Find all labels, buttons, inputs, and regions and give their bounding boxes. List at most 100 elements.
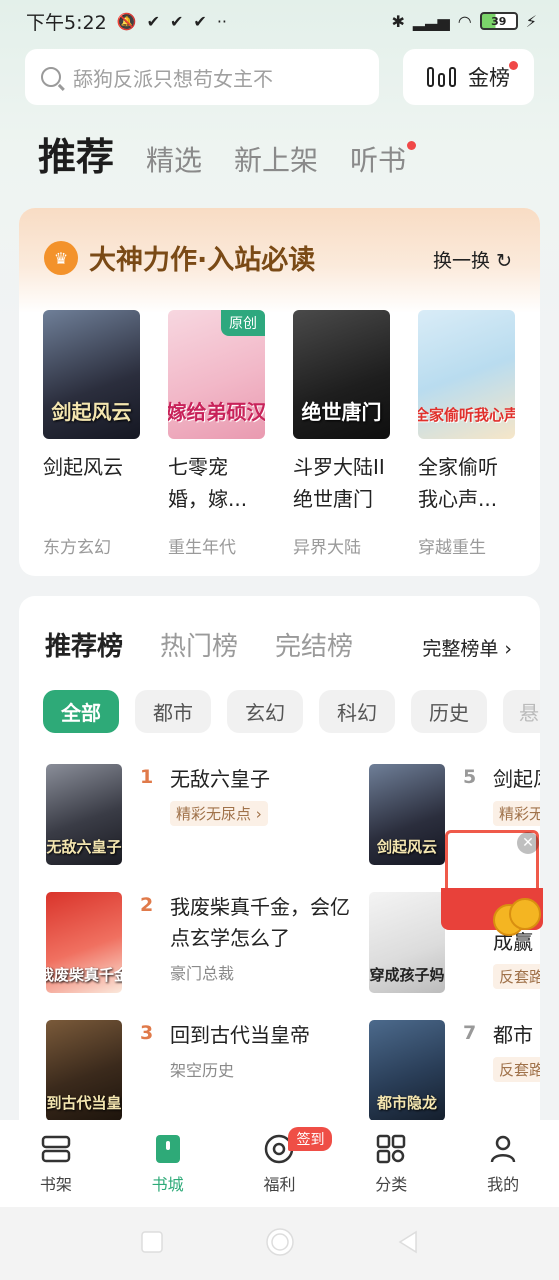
sign-in-badge: 签到 bbox=[288, 1126, 333, 1151]
chip-history[interactable]: 历史 bbox=[411, 690, 487, 733]
rank-number: 7 bbox=[463, 1022, 477, 1044]
list-item[interactable]: 无敌六皇子 1 无敌六皇子 精彩无尿点 › bbox=[46, 764, 350, 865]
check-icon: ✔ bbox=[146, 11, 160, 31]
category-icon bbox=[375, 1133, 407, 1165]
bookstore-icon bbox=[152, 1133, 184, 1165]
refresh-button[interactable]: 换一换 ↻ bbox=[433, 246, 512, 273]
book-genre: 架空历史 bbox=[170, 1061, 235, 1080]
chip-suspense[interactable]: 悬 bbox=[503, 690, 540, 733]
coin-icon bbox=[509, 898, 541, 930]
book-cover: 全家偷听我心声 bbox=[418, 310, 515, 439]
book-badge: 精彩无尿点 › bbox=[170, 801, 268, 826]
tab-audiobooks[interactable]: 听书 bbox=[350, 139, 417, 179]
search-placeholder: 舔狗反派只想苟女主不 bbox=[73, 66, 273, 91]
cover-title: 剑起风云 bbox=[51, 400, 132, 424]
status-time: 下午5:22 bbox=[26, 11, 107, 34]
bluetooth-icon: ✱ bbox=[391, 11, 405, 31]
search-input[interactable]: 舔狗反派只想苟女主不 bbox=[25, 49, 379, 105]
tab-finished-rank[interactable]: 完结榜 bbox=[275, 626, 353, 663]
book-title: 斗罗大陆II 绝世唐门 bbox=[293, 455, 385, 511]
original-tag: 原创 bbox=[221, 310, 265, 336]
book-cover: 剑起风云 bbox=[369, 764, 445, 865]
cover-title: 无敌六皇子 bbox=[46, 838, 122, 856]
system-nav-bar bbox=[0, 1207, 559, 1280]
home-button[interactable] bbox=[264, 1226, 296, 1262]
book-card[interactable]: 剑起风云 剑起风云 东方玄幻 bbox=[43, 310, 140, 558]
tab-hot-rank[interactable]: 热门榜 bbox=[160, 626, 238, 663]
back-button[interactable] bbox=[396, 1230, 420, 1258]
main-tabs: 推荐 精选 新上架 听书 bbox=[38, 126, 417, 181]
cover-title: 全家偷听我心声 bbox=[418, 406, 515, 424]
featured-card: ♛ 大神力作·入站必读 换一换 ↻ 剑起风云 剑起风云 东方玄幻 原创 嫁给弟硕… bbox=[19, 208, 540, 576]
rank-number: 1 bbox=[140, 766, 154, 788]
nav-bookshelf[interactable]: 书架 bbox=[11, 1133, 101, 1195]
book-card[interactable]: 全家偷听我心声 全家偷听我心声... 穿越重生 bbox=[418, 310, 515, 558]
book-title: 全家偷听我心声... bbox=[418, 455, 498, 511]
profile-icon bbox=[487, 1133, 519, 1165]
book-genre: 异界大陆 bbox=[293, 538, 361, 558]
book-title: 回到古代当皇帝 bbox=[170, 1023, 310, 1047]
refresh-label: 换一换 bbox=[433, 250, 491, 272]
rank-number: 2 bbox=[140, 894, 154, 916]
book-title: 七零宠婚，嫁... bbox=[168, 455, 248, 511]
list-item[interactable]: 我废柴真千金 2 我废柴真千金，会亿点玄学怎么了 豪门总裁 bbox=[46, 892, 350, 993]
book-title: 剑起风云 bbox=[43, 455, 123, 479]
check-icon: ✔ bbox=[170, 11, 184, 31]
cover-title: 我废柴真千金 bbox=[46, 966, 122, 984]
book-cover: 剑起风云 bbox=[43, 310, 140, 439]
notification-dot bbox=[509, 61, 518, 70]
book-title: 无敌六皇子 bbox=[170, 767, 270, 791]
nav-label: 福利 bbox=[263, 1174, 296, 1194]
cover-title: 绝世唐门 bbox=[301, 400, 382, 424]
chip-urban[interactable]: 都市 bbox=[135, 690, 211, 733]
full-list-link[interactable]: 完整榜单 › bbox=[422, 634, 512, 661]
notification-dot bbox=[407, 141, 417, 150]
chip-fantasy[interactable]: 玄幻 bbox=[227, 690, 303, 733]
close-icon[interactable]: ✕ bbox=[517, 832, 539, 854]
book-genre: 豪门总裁 bbox=[170, 964, 235, 983]
search-icon bbox=[41, 67, 61, 87]
list-item[interactable]: 回到古代当皇帝 3 回到古代当皇帝 架空历史 bbox=[46, 1020, 350, 1121]
book-card[interactable]: 绝世唐门 斗罗大陆II 绝世唐门 异界大陆 bbox=[293, 310, 390, 558]
book-cover: 都市隐龙 bbox=[369, 1020, 445, 1121]
book-genre: 穿越重生 bbox=[418, 538, 486, 558]
nav-welfare[interactable]: 福利 签到 bbox=[234, 1126, 333, 1195]
recent-apps-button[interactable] bbox=[140, 1230, 164, 1258]
nav-label: 书城 bbox=[151, 1174, 184, 1194]
nav-category[interactable]: 分类 bbox=[346, 1133, 436, 1195]
tab-new-arrivals[interactable]: 新上架 bbox=[234, 139, 318, 179]
cover-title: 都市隐龙 bbox=[376, 1094, 437, 1112]
book-title: 我废柴真千金，会亿点玄学怎么了 bbox=[170, 895, 350, 950]
nav-label: 书架 bbox=[39, 1174, 72, 1194]
tab-recommend-rank[interactable]: 推荐榜 bbox=[45, 626, 123, 663]
check-icon: ✔ bbox=[193, 11, 207, 31]
gold-rank-button[interactable]: 金榜 bbox=[403, 49, 534, 105]
wifi-icon: ◠ bbox=[457, 11, 472, 31]
book-badge: 精彩无 bbox=[493, 801, 540, 826]
list-item[interactable]: 都市隐龙 7 都市 反套路 bbox=[369, 1020, 540, 1121]
tab-audiobooks-label: 听书 bbox=[350, 144, 407, 177]
book-cover: 我废柴真千金 bbox=[46, 892, 122, 993]
nav-label: 我的 bbox=[487, 1174, 520, 1194]
cover-title: 嫁给弟硕汉 bbox=[168, 400, 265, 424]
book-cover: 无敌六皇子 bbox=[46, 764, 122, 865]
featured-header: ♛ 大神力作·入站必读 换一换 ↻ bbox=[19, 208, 540, 313]
book-cover: 穿成孩子妈 bbox=[369, 892, 445, 993]
book-cover: 绝世唐门 bbox=[293, 310, 390, 439]
nav-profile[interactable]: 我的 bbox=[458, 1133, 548, 1195]
mute-icon: 🔕 bbox=[116, 11, 137, 31]
tab-recommend[interactable]: 推荐 bbox=[38, 126, 114, 181]
book-card[interactable]: 原创 嫁给弟硕汉 七零宠婚，嫁... 重生年代 bbox=[168, 310, 265, 558]
medal-icon: ♛ bbox=[44, 241, 78, 275]
nav-bookstore[interactable]: 书城 bbox=[123, 1133, 213, 1195]
signal-icon: ▂▃▅ bbox=[412, 11, 450, 31]
bottom-nav: 书架 书城 福利 签到 分类 我的 bbox=[0, 1120, 559, 1207]
featured-title: 大神力作·入站必读 bbox=[89, 245, 316, 276]
tab-selected[interactable]: 精选 bbox=[146, 139, 202, 179]
floating-reward-widget[interactable]: ✕ bbox=[441, 826, 545, 936]
featured-books: 剑起风云 剑起风云 东方玄幻 原创 嫁给弟硕汉 七零宠婚，嫁... 重生年代 绝… bbox=[43, 310, 523, 558]
chip-scifi[interactable]: 科幻 bbox=[319, 690, 395, 733]
book-badge: 反套路 bbox=[493, 964, 540, 989]
chip-all[interactable]: 全部 bbox=[43, 690, 119, 733]
cover-title: 穿成孩子妈 bbox=[369, 966, 445, 984]
